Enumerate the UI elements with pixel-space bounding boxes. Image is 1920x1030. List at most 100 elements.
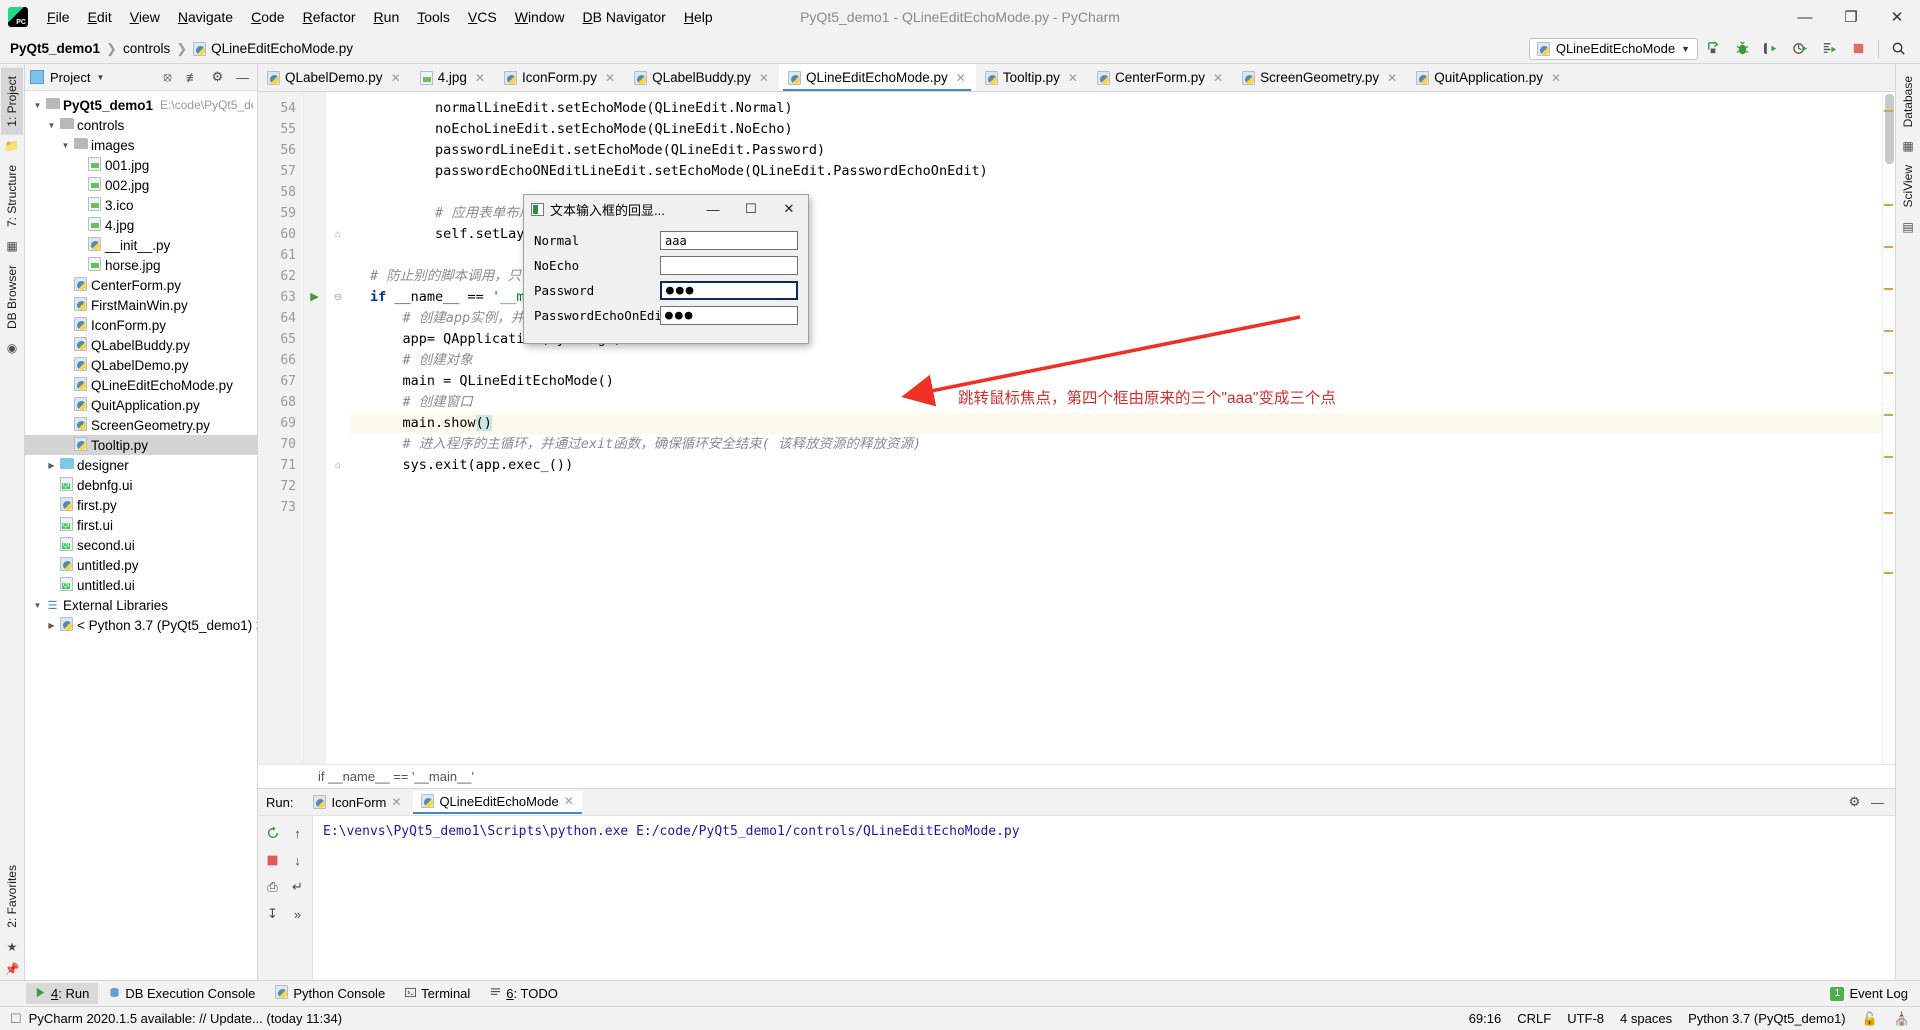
debug-button[interactable] — [1729, 37, 1756, 61]
tree-item[interactable]: ▼ controls — [25, 115, 257, 135]
warning-marker[interactable] — [1884, 456, 1893, 458]
event-log-button[interactable]: 1 Event Log — [1830, 986, 1920, 1001]
menu-file[interactable]: File — [38, 5, 79, 29]
stop-button[interactable] — [1845, 37, 1872, 61]
menu-code[interactable]: Code — [242, 5, 293, 29]
menu-edit[interactable]: Edit — [79, 5, 121, 29]
tree-item[interactable]: ScreenGeometry.py — [25, 415, 257, 435]
tree-item[interactable]: first.py — [25, 495, 257, 515]
run-with-console-button[interactable] — [1816, 37, 1843, 61]
menu-view[interactable]: View — [121, 5, 169, 29]
gutter-fold-marker[interactable]: ⌂ — [326, 455, 350, 476]
editor-tab-qlineeditechomode-py[interactable]: QLineEditEchoMode.py ✕ — [778, 64, 976, 91]
tree-item[interactable]: Tooltip.py — [25, 435, 257, 455]
menu-help[interactable]: Help — [675, 5, 722, 29]
close-icon[interactable]: ✕ — [391, 71, 401, 85]
project-tree[interactable]: ▼ PyQt5_demo1 E:\code\PyQt5_de ▼ controls ▼ im… — [25, 91, 257, 980]
code-line[interactable] — [350, 497, 1882, 518]
gutter-fold-marker[interactable]: ⌂ — [326, 224, 350, 245]
status-message[interactable]: PyCharm 2020.1.5 available: // Update...… — [29, 1011, 342, 1026]
menu-vcs[interactable]: VCS — [459, 5, 506, 29]
scroll-up-button[interactable]: ↑ — [287, 822, 309, 844]
qt-close-button[interactable]: ✕ — [770, 195, 808, 223]
close-icon[interactable]: ✕ — [1213, 71, 1223, 85]
tree-item[interactable]: __init__.py — [25, 235, 257, 255]
chevron-down-icon[interactable]: ▼ — [96, 73, 104, 82]
warning-marker[interactable] — [1884, 330, 1893, 332]
status-interpreter[interactable]: Python 3.7 (PyQt5_demo1) — [1688, 1011, 1846, 1026]
warning-marker[interactable] — [1884, 288, 1893, 290]
status-encoding[interactable]: UTF-8 — [1567, 1011, 1604, 1026]
close-icon[interactable]: ✕ — [1551, 71, 1561, 85]
code-line[interactable]: passwordLineEdit.setEchoMode(QLineEdit.P… — [350, 140, 1882, 161]
tree-item[interactable]: Qt untitled.ui — [25, 575, 257, 595]
rerun-button[interactable] — [262, 822, 284, 844]
tree-item[interactable]: IconForm.py — [25, 315, 257, 335]
run-configuration-selector[interactable]: QLineEditEchoMode ▼ — [1528, 37, 1698, 60]
editor-tab-screengeometry-py[interactable]: ScreenGeometry.py ✕ — [1233, 64, 1407, 91]
minimize-button[interactable]: — — [1782, 0, 1828, 34]
tree-item[interactable]: ▶ < Python 3.7 (PyQt5_demo1) > — [25, 615, 257, 635]
tree-item[interactable]: 001.jpg — [25, 155, 257, 175]
tree-expand-arrow[interactable]: ▼ — [31, 101, 44, 110]
close-icon[interactable]: ✕ — [1387, 71, 1397, 85]
tree-item[interactable]: untitled.py — [25, 555, 257, 575]
soft-wrap-button[interactable]: ↵ — [287, 876, 309, 898]
tree-item[interactable]: 3.ico — [25, 195, 257, 215]
breadcrumb-folder[interactable]: controls — [123, 41, 170, 56]
close-icon[interactable]: ✕ — [605, 71, 615, 85]
tree-item[interactable]: Qt debnfg.ui — [25, 475, 257, 495]
close-icon[interactable]: ✕ — [1068, 71, 1078, 85]
status-indent[interactable]: 4 spaces — [1620, 1011, 1672, 1026]
editor-breadcrumb[interactable]: if __name__ == '__main__' — [258, 764, 1895, 788]
sidebar-tab-database[interactable]: Database — [1897, 68, 1919, 135]
tree-item[interactable]: 002.jpg — [25, 175, 257, 195]
tree-item[interactable]: QLineEditEchoMode.py — [25, 375, 257, 395]
run-marker-gutter[interactable]: ▶ — [304, 92, 326, 764]
menu-tools[interactable]: Tools — [408, 5, 459, 29]
tree-expand-arrow[interactable]: ▶ — [45, 461, 58, 470]
run-button[interactable] — [1700, 37, 1727, 61]
code-line[interactable]: main.show() — [350, 413, 1882, 434]
tree-item[interactable]: 4.jpg — [25, 215, 257, 235]
close-icon[interactable]: ✕ — [391, 795, 401, 809]
tree-item[interactable]: FirstMainWin.py — [25, 295, 257, 315]
close-icon[interactable]: ✕ — [956, 71, 966, 85]
sidebar-tab-db-browser[interactable]: DB Browser — [1, 257, 23, 337]
bottom-tab-db-execution-console[interactable]: DB Execution Console — [100, 983, 264, 1004]
code-editor[interactable]: 54 55 56 57 58 59 60 61 62 63 64 65 66 67 68 69 70 71 72 73… — [258, 92, 1895, 764]
code-line[interactable]: sys.exit(app.exec_()) — [350, 455, 1882, 476]
qt-minimize-button[interactable]: — — [694, 195, 732, 223]
tree-item[interactable]: ▶ designer — [25, 455, 257, 475]
hide-panel-icon[interactable]: — — [233, 68, 252, 87]
run-settings-gear-icon[interactable]: ⚙ — [1845, 793, 1864, 812]
code-text-area[interactable]: normalLineEdit.setEchoMode(QLineEdit.Nor… — [350, 92, 1882, 764]
qt-input-normal[interactable]: aaa — [660, 231, 798, 250]
close-icon[interactable]: ✕ — [475, 71, 485, 85]
tree-item[interactable]: Qt second.ui — [25, 535, 257, 555]
breadcrumb-file[interactable]: QLineEditEchoMode.py — [211, 41, 353, 56]
editor-tab-qlabelbuddy-py[interactable]: QLabelBuddy.py ✕ — [625, 64, 779, 91]
run-console-output[interactable]: E:\venvs\PyQt5_demo1\Scripts\python.exe … — [313, 816, 1895, 980]
warning-marker[interactable] — [1884, 204, 1893, 206]
menu-navigate[interactable]: Navigate — [169, 5, 242, 29]
code-line[interactable]: noEchoLineEdit.setEchoMode(QLineEdit.NoE… — [350, 119, 1882, 140]
editor-tab-tooltip-py[interactable]: Tooltip.py ✕ — [976, 64, 1088, 91]
menu-refactor[interactable]: Refactor — [294, 5, 365, 29]
close-icon[interactable]: ✕ — [564, 794, 574, 808]
tree-expand-arrow[interactable]: ▼ — [31, 601, 44, 610]
close-icon[interactable]: ✕ — [759, 71, 769, 85]
warning-marker[interactable] — [1884, 372, 1893, 374]
code-line[interactable]: passwordEchoONEditLineEdit.setEchoMode(Q… — [350, 161, 1882, 182]
tree-expand-arrow[interactable]: ▼ — [45, 121, 58, 130]
editor-tab-qlabeldemo-py[interactable]: QLabelDemo.py ✕ — [258, 64, 411, 91]
inspection-hat-icon[interactable]: ⛪ — [1894, 1011, 1910, 1027]
editor-tab-quitapplication-py[interactable]: QuitApplication.py ✕ — [1407, 64, 1571, 91]
warning-marker[interactable] — [1884, 110, 1893, 112]
tree-item[interactable]: CenterForm.py — [25, 275, 257, 295]
editor-tab-4-jpg[interactable]: 4.jpg ✕ — [411, 64, 495, 91]
sidebar-tab-favorites[interactable]: 2: Favorites — [1, 857, 23, 936]
bottom-tab-4-run[interactable]: 4: Run — [26, 983, 99, 1004]
gutter-run-marker[interactable]: ▶ — [304, 287, 325, 308]
scroll-to-end-button[interactable]: ↧ — [262, 903, 284, 925]
